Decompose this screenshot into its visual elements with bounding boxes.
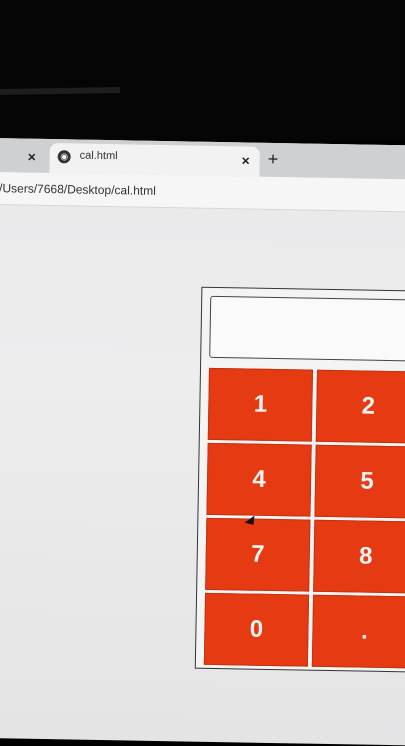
tab-previous[interactable]: × [0, 142, 50, 173]
close-icon[interactable]: × [242, 152, 250, 168]
key-7[interactable]: 7 [205, 517, 311, 592]
key-5[interactable]: 5 [314, 444, 405, 519]
globe-icon: ◉ [57, 150, 71, 164]
tab-title: cal.html [79, 149, 118, 163]
key-decimal[interactable]: . [311, 594, 405, 669]
key-2[interactable]: 2 [315, 369, 405, 444]
calculator: 1 2 4 5 7 8 0 . [194, 286, 405, 673]
tab-cal-html[interactable]: ◉ cal.html × [49, 143, 260, 177]
url-text[interactable]: /Users/7668/Desktop/cal.html [0, 181, 156, 198]
browser-window: × ◉ cal.html × + /Users/7668/Desktop/cal… [0, 138, 405, 746]
calculator-display[interactable] [209, 295, 405, 362]
page-content: 1 2 4 5 7 8 0 . [0, 205, 405, 746]
monitor-bezel [0, 0, 405, 140]
key-4[interactable]: 4 [206, 442, 312, 517]
new-tab-button[interactable]: + [267, 149, 279, 170]
close-icon[interactable]: × [28, 149, 36, 165]
key-8[interactable]: 8 [313, 519, 405, 594]
key-0[interactable]: 0 [203, 592, 310, 667]
key-1[interactable]: 1 [207, 367, 314, 442]
